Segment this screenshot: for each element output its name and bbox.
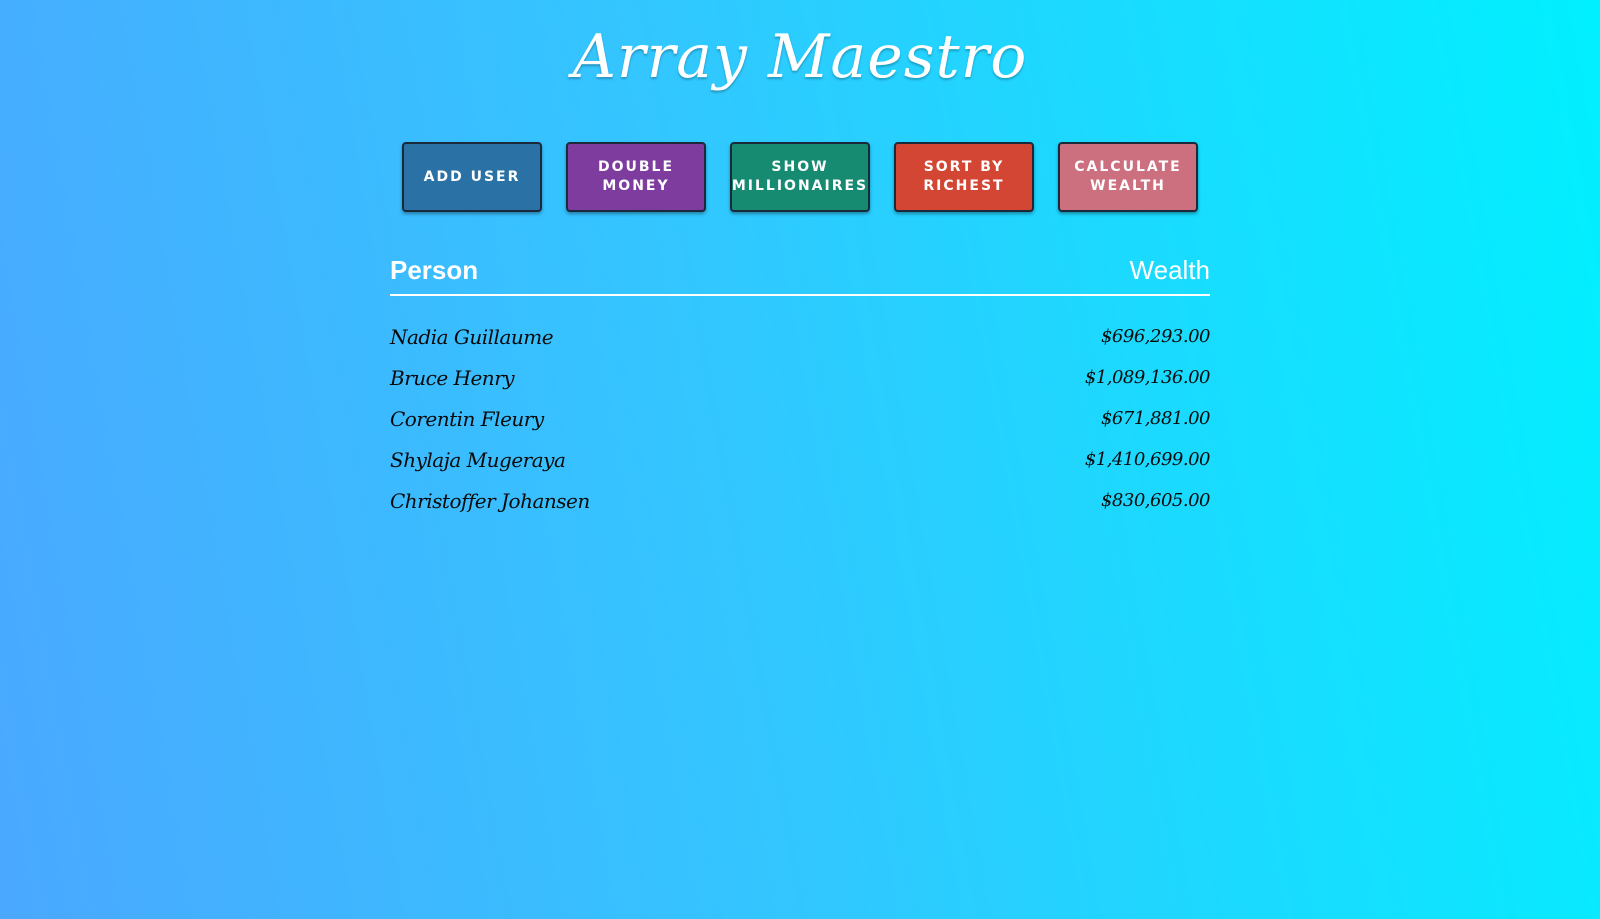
wealth-table: Person Wealth Nadia Guillaume $696,293.0… bbox=[390, 250, 1211, 521]
table-row: Shylaja Mugeraya $1,410,699.00 bbox=[390, 439, 1211, 480]
calculate-wealth-button[interactable]: CALCULATE WEALTH bbox=[1058, 142, 1198, 212]
table-row: Bruce Henry $1,089,136.00 bbox=[390, 357, 1211, 398]
app-title: Array Maestro bbox=[572, 22, 1028, 92]
person-wealth: $696,293.00 bbox=[1100, 326, 1211, 347]
person-wealth: $830,605.00 bbox=[1100, 490, 1211, 511]
person-name: Shylaja Mugeraya bbox=[390, 447, 566, 472]
person-wealth: $1,410,699.00 bbox=[1084, 449, 1211, 470]
add-user-button[interactable]: ADD USER bbox=[402, 142, 542, 212]
person-wealth: $671,881.00 bbox=[1100, 408, 1211, 429]
person-wealth: $1,089,136.00 bbox=[1084, 367, 1211, 388]
action-toolbar: ADD USER DOUBLE MONEY SHOW MILLIONAIRES … bbox=[0, 142, 1600, 212]
person-name: Corentin Fleury bbox=[390, 406, 544, 431]
wealth-column-header: Wealth bbox=[1129, 255, 1210, 285]
table-row: Christoffer Johansen $830,605.00 bbox=[390, 480, 1211, 521]
sort-by-richest-button[interactable]: SORT BY RICHEST bbox=[894, 142, 1034, 212]
table-body: Nadia Guillaume $696,293.00 Bruce Henry … bbox=[390, 316, 1211, 521]
person-column-header: Person bbox=[390, 255, 479, 285]
person-name: Bruce Henry bbox=[390, 365, 515, 390]
person-name: Nadia Guillaume bbox=[390, 324, 554, 349]
person-name: Christoffer Johansen bbox=[390, 488, 590, 513]
table-header: Person Wealth bbox=[390, 250, 1210, 296]
show-millionaires-button[interactable]: SHOW MILLIONAIRES bbox=[730, 142, 870, 212]
table-row: Nadia Guillaume $696,293.00 bbox=[390, 316, 1211, 357]
table-row: Corentin Fleury $671,881.00 bbox=[390, 398, 1211, 439]
double-money-button[interactable]: DOUBLE MONEY bbox=[566, 142, 706, 212]
